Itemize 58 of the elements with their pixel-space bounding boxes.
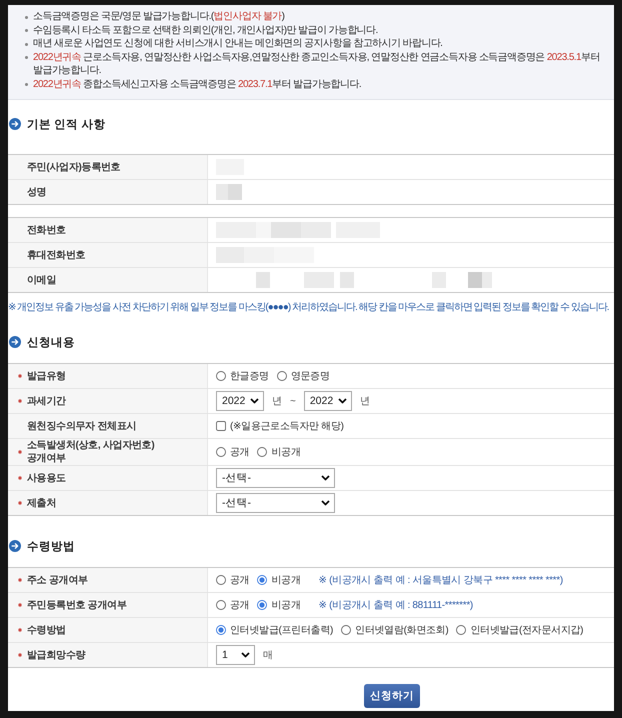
radio-option[interactable]: 인터넷열람(화면조회) bbox=[341, 623, 448, 637]
dropdown[interactable]: -선택- bbox=[216, 468, 335, 488]
field-label: 이메일 bbox=[27, 274, 56, 286]
field-label: 발급유형 bbox=[27, 370, 66, 382]
field-label: 성명 bbox=[27, 186, 46, 198]
notice-text: 매년 새로운 사업연도 신청에 대한 서비스개시 안내는 메인화면의 공지사항을 참고하시기 바랍니다. bbox=[33, 37, 442, 50]
section-title: 신청내용 bbox=[27, 336, 75, 350]
field-label: 전화번호 bbox=[27, 224, 66, 236]
radio-option[interactable]: 인터넷발급(프린터출력) bbox=[216, 623, 334, 637]
hint-text: ※ (비공개시 출력 예 : 서울특별시 강북구 **** **** **** ****) bbox=[318, 574, 563, 587]
field-label: 주민(사업자)등록번호 bbox=[27, 160, 120, 174]
field-label: 제출처 bbox=[27, 496, 56, 510]
radio-option[interactable]: 비공개 bbox=[257, 573, 301, 587]
notice-text: 2022년귀속 근로소득자용, 연말정산한 사업소득자용,연말정산한 종교인소득자용, 연말정산한 연금소득자용 소득금액증명은 2023.5.1부터 발급가능합니다. bbox=[33, 50, 601, 78]
radio-option[interactable]: 영문증명 bbox=[276, 369, 330, 383]
checkbox-option[interactable]: (※일용근로소득자만 해당) bbox=[216, 419, 344, 433]
field-label: 수령방법 bbox=[27, 624, 66, 636]
bullet-icon bbox=[25, 16, 28, 18]
field-label: 사용용도 bbox=[27, 472, 66, 484]
radio-option[interactable]: 공개 bbox=[216, 445, 250, 459]
field-label: 주소 공개여부 bbox=[27, 574, 88, 586]
field-label: 원천징수의무자 전체표시 bbox=[27, 420, 136, 432]
section-title: 기본 인적 사항 bbox=[27, 118, 106, 132]
notice-text: 2022년귀속 종합소득세신고자용 소득금액증명은 2023.7.1부터 발급가능합니다. bbox=[33, 78, 362, 91]
radio-option[interactable]: 한글증명 bbox=[216, 369, 269, 383]
field-label: 발급희망수량 bbox=[27, 648, 86, 662]
bullet-icon bbox=[25, 83, 28, 86]
radio-option[interactable]: 비공개 bbox=[257, 445, 301, 459]
field-label: 소득발생처(상호, 사업자번호) 공개여부 bbox=[27, 439, 154, 465]
notice-text: 소득금액증명은 국문/영문 발급가능합니다.(법인사업자 불가) bbox=[33, 10, 284, 24]
unit-label: 년 bbox=[272, 395, 282, 408]
dropdown[interactable]: 1 bbox=[216, 645, 255, 665]
chevron-down-icon bbox=[338, 398, 347, 404]
radio-option[interactable]: 인터넷발급(전자문서지갑) bbox=[456, 623, 584, 637]
dropdown[interactable]: 2022 bbox=[216, 391, 264, 411]
dropdown[interactable]: 2022 bbox=[304, 391, 352, 411]
radio-option[interactable]: 공개 bbox=[216, 598, 250, 612]
chevron-down-icon bbox=[321, 475, 330, 481]
chevron-down-icon bbox=[250, 398, 259, 404]
dropdown[interactable]: -선택- bbox=[216, 493, 335, 513]
radio-option[interactable]: 공개 bbox=[216, 573, 250, 587]
masking-notice-text: ※ 개인정보 유출 가능성을 사전 차단하기 위해 일부 정보를 마스킹(●●●●) 처리하였습니다. 해당 칸을 마우스로 클릭하면 입력된 정보를 확인할 수 있습니다. bbox=[8, 301, 610, 314]
chevron-down-icon bbox=[241, 652, 250, 658]
section-title: 수령방법 bbox=[27, 540, 75, 554]
unit-label: 매 bbox=[263, 649, 273, 662]
bullet-icon bbox=[25, 42, 28, 46]
field-label: 휴대전화번호 bbox=[27, 248, 86, 262]
submit-button[interactable]: 신청하기 bbox=[364, 684, 420, 708]
field-label: 과세기간 bbox=[27, 394, 66, 408]
chevron-down-icon bbox=[321, 500, 330, 506]
notice-text: 수임등록시 타소득 포함으로 선택한 의뢰인(개인, 개인사업자)만 발급이 가능합니다. bbox=[33, 24, 378, 37]
radio-option[interactable]: 비공개 bbox=[257, 598, 301, 612]
bullet-icon bbox=[25, 56, 28, 59]
hint-text: ※ (비공개시 출력 예 : 881111-*******) bbox=[318, 599, 473, 612]
range-separator: ~ bbox=[290, 396, 296, 406]
bullet-icon bbox=[25, 29, 28, 32]
unit-label: 년 bbox=[360, 395, 370, 408]
field-label: 주민등록번호 공개여부 bbox=[27, 598, 126, 612]
